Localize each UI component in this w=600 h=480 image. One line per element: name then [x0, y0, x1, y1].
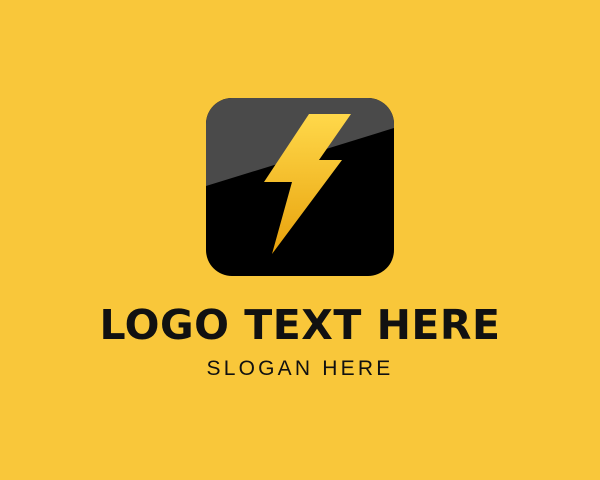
app-icon-tile [206, 98, 394, 276]
logo-slogan: SLOGAN HERE [206, 357, 394, 380]
app-icon-graphic [206, 98, 394, 276]
logo-title: LOGO TEXT HERE [99, 301, 501, 349]
logo-canvas: LOGO TEXT HERE SLOGAN HERE [0, 0, 600, 480]
